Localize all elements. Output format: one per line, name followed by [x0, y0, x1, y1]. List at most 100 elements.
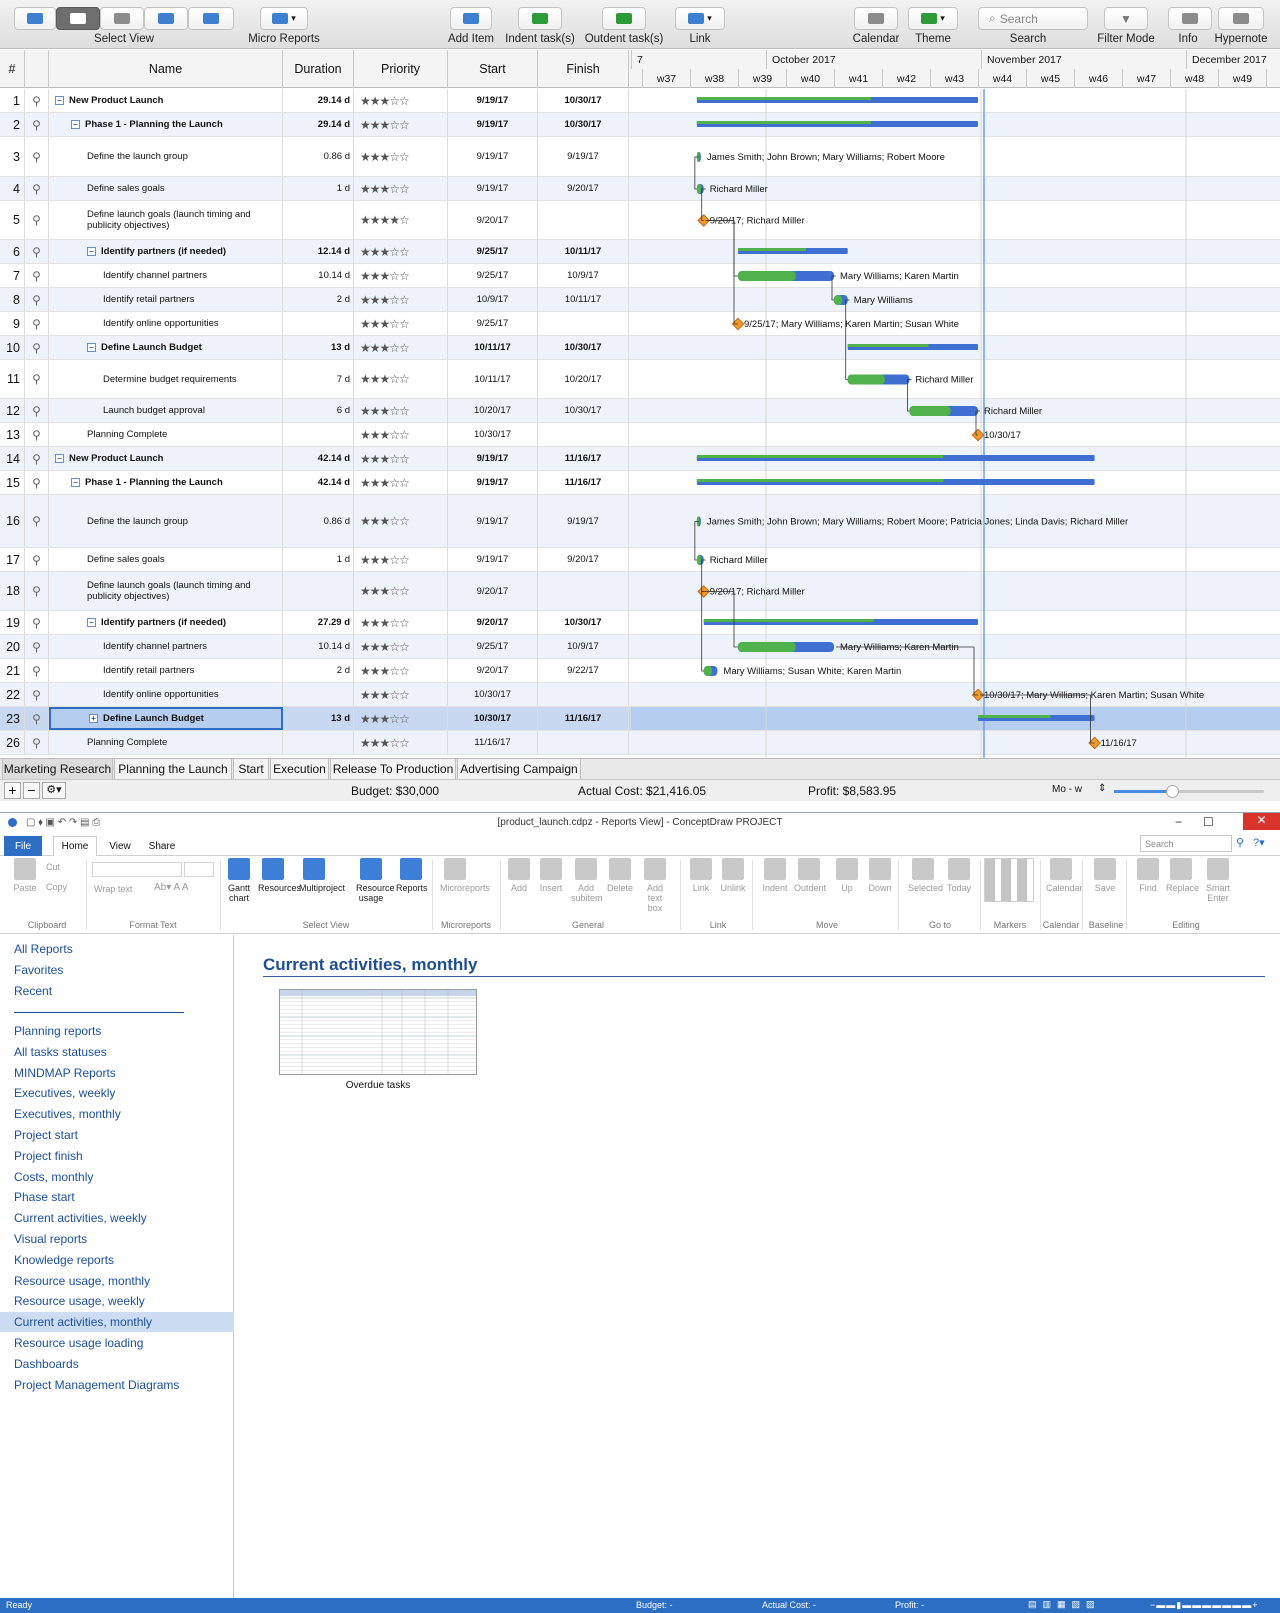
- outdent-button[interactable]: [602, 7, 646, 30]
- up-button[interactable]: Up: [832, 858, 862, 893]
- task-finish[interactable]: 10/11/17: [538, 288, 629, 311]
- task-start[interactable]: 9/20/17: [448, 659, 538, 682]
- nav-item[interactable]: Current activities, weekly: [0, 1208, 234, 1228]
- sheet-tab[interactable]: Execution: [270, 759, 329, 780]
- collapse-toggle-icon[interactable]: −: [87, 343, 96, 352]
- report-thumbnail[interactable]: [279, 989, 477, 1075]
- task-finish[interactable]: 9/20/17: [538, 177, 629, 200]
- zoom-slider-thumb[interactable]: [1166, 785, 1179, 798]
- indent-button[interactable]: [518, 7, 562, 30]
- task-name[interactable]: Define the launch group: [49, 137, 283, 176]
- nav-item[interactable]: All tasks statuses: [0, 1042, 234, 1062]
- task-name[interactable]: Launch budget approval: [49, 399, 283, 422]
- task-start[interactable]: 9/25/17: [448, 312, 538, 335]
- unlink-button[interactable]: Unlink: [718, 858, 748, 893]
- task-name[interactable]: − New Product Launch: [49, 89, 283, 112]
- task-finish[interactable]: 11/16/17: [538, 707, 629, 730]
- col-header-duration[interactable]: Duration: [283, 50, 354, 88]
- task-priority[interactable]: ★★★☆☆: [354, 635, 448, 658]
- zoom-slider[interactable]: [1114, 785, 1264, 798]
- task-duration[interactable]: 1 d: [283, 177, 354, 200]
- priority-stars-icon[interactable]: ★★★☆☆: [360, 118, 410, 132]
- nav-item[interactable]: Resource usage, weekly: [0, 1291, 234, 1311]
- filter-mode-button[interactable]: ▼: [1104, 7, 1148, 30]
- delete-button[interactable]: Delete: [605, 858, 635, 893]
- priority-stars-icon[interactable]: ★★★☆☆: [360, 269, 410, 283]
- sheet-tab[interactable]: Marketing Research: [2, 759, 113, 780]
- nav-item[interactable]: All Reports: [0, 939, 234, 959]
- row-status-icon[interactable]: ⚲: [25, 683, 49, 706]
- reports-button[interactable]: Reports: [396, 858, 428, 893]
- view-resources-button[interactable]: [100, 7, 144, 30]
- micro-reports-button[interactable]: ▾: [260, 7, 308, 30]
- sheet-settings-button[interactable]: ⚙▾: [42, 782, 66, 799]
- priority-stars-icon[interactable]: ★★★☆☆: [360, 584, 410, 598]
- task-duration[interactable]: [283, 572, 354, 610]
- task-priority[interactable]: ★★★☆☆: [354, 548, 448, 571]
- task-priority[interactable]: ★★★☆☆: [354, 177, 448, 200]
- hypernote-button[interactable]: [1218, 7, 1264, 30]
- sheet-tab[interactable]: Advertising Campaign: [457, 759, 581, 780]
- priority-stars-icon[interactable]: ★★★★☆: [360, 213, 410, 227]
- priority-stars-icon[interactable]: ★★★☆☆: [360, 404, 410, 418]
- priority-stars-icon[interactable]: ★★★☆☆: [360, 293, 410, 307]
- task-duration[interactable]: [283, 683, 354, 706]
- col-header-icon[interactable]: [25, 50, 49, 88]
- col-header-name[interactable]: Name: [49, 50, 283, 88]
- task-finish[interactable]: [538, 683, 629, 706]
- task-duration[interactable]: 7 d: [283, 360, 354, 398]
- task-start[interactable]: 9/25/17: [448, 635, 538, 658]
- task-start[interactable]: 10/30/17: [448, 707, 538, 730]
- priority-stars-icon[interactable]: ★★★☆☆: [360, 317, 410, 331]
- priority-stars-icon[interactable]: ★★★☆☆: [360, 452, 410, 466]
- task-finish[interactable]: [538, 731, 629, 754]
- task-duration[interactable]: 1 d: [283, 548, 354, 571]
- tab-file[interactable]: File: [4, 836, 42, 856]
- view-gantt-button[interactable]: [14, 7, 56, 30]
- task-priority[interactable]: ★★★☆☆: [354, 360, 448, 398]
- task-start[interactable]: 10/11/17: [448, 360, 538, 398]
- microreports-button[interactable]: Microreports: [440, 858, 490, 893]
- task-finish[interactable]: [538, 423, 629, 446]
- task-start[interactable]: 9/19/17: [448, 548, 538, 571]
- task-name[interactable]: Define sales goals: [49, 548, 283, 571]
- task-priority[interactable]: ★★★☆☆: [354, 399, 448, 422]
- task-priority[interactable]: ★★★☆☆: [354, 423, 448, 446]
- col-header-priority[interactable]: Priority: [354, 50, 448, 88]
- nav-item[interactable]: Project finish: [0, 1146, 234, 1166]
- priority-stars-icon[interactable]: ★★★☆☆: [360, 182, 410, 196]
- task-duration[interactable]: [283, 312, 354, 335]
- row-status-icon[interactable]: ⚲: [25, 548, 49, 571]
- collapse-toggle-icon[interactable]: −: [71, 478, 80, 487]
- paste-button[interactable]: Paste: [10, 858, 40, 893]
- row-status-icon[interactable]: ⚲: [25, 89, 49, 112]
- search-input[interactable]: ⌕ Search: [978, 7, 1088, 30]
- find-button[interactable]: Find: [1133, 858, 1163, 893]
- outdent-button[interactable]: Outdent: [794, 858, 826, 893]
- replace-button[interactable]: Replace: [1166, 858, 1199, 893]
- link-button[interactable]: ▾: [675, 7, 725, 30]
- task-priority[interactable]: ★★★☆☆: [354, 495, 448, 547]
- priority-stars-icon[interactable]: ★★★☆☆: [360, 372, 410, 386]
- task-name[interactable]: Identify online opportunities: [49, 312, 283, 335]
- nav-item[interactable]: Current activities, monthly: [0, 1312, 234, 1333]
- add-sheet-button[interactable]: +: [4, 782, 21, 799]
- nav-item[interactable]: Favorites: [0, 960, 234, 980]
- task-duration[interactable]: 2 d: [283, 288, 354, 311]
- row-status-icon[interactable]: ⚲: [25, 113, 49, 136]
- task-name[interactable]: Define sales goals: [49, 177, 283, 200]
- collapse-toggle-icon[interactable]: −: [55, 454, 64, 463]
- row-status-icon[interactable]: ⚲: [25, 264, 49, 287]
- priority-stars-icon[interactable]: ★★★☆☆: [360, 640, 410, 654]
- task-finish[interactable]: [538, 572, 629, 610]
- view-switch-icons[interactable]: ▤▥▦▧▨: [1028, 1599, 1101, 1610]
- task-priority[interactable]: ★★★☆☆: [354, 611, 448, 634]
- view-outline-button[interactable]: [56, 7, 100, 30]
- nav-item[interactable]: Executives, monthly: [0, 1104, 234, 1124]
- row-status-icon[interactable]: ⚲: [25, 399, 49, 422]
- task-name[interactable]: Planning Complete: [49, 731, 283, 754]
- task-name[interactable]: − New Product Launch: [49, 447, 283, 470]
- cut-button[interactable]: Cut: [46, 862, 60, 872]
- task-priority[interactable]: ★★★☆☆: [354, 447, 448, 470]
- font-size-select[interactable]: [184, 862, 214, 877]
